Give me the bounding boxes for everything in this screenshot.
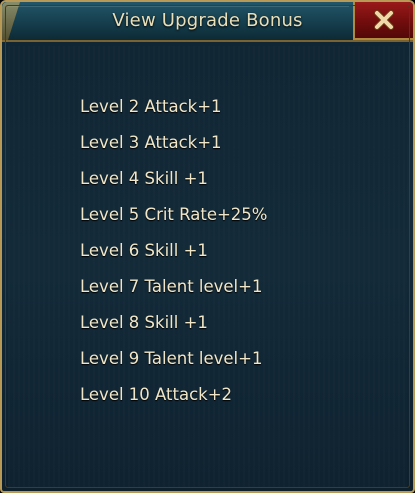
bonus-item: Level 9 Talent level+1 [80,349,263,368]
upgrade-bonus-dialog: View Upgrade Bonus Level 2 Attack+1 Leve… [0,0,415,493]
bonus-item: Level 10 Attack+2 [80,385,233,404]
title-bar: View Upgrade Bonus [2,2,413,42]
dialog-title: View Upgrade Bonus [112,10,303,31]
bonus-item: Level 6 Skill +1 [80,241,208,260]
close-icon [374,10,394,30]
bonus-panel: Level 2 Attack+1 Level 3 Attack+1 Level … [8,46,407,487]
bonus-list: Level 2 Attack+1 Level 3 Attack+1 Level … [80,96,267,420]
bonus-item: Level 4 Skill +1 [80,169,208,188]
bonus-item: Level 8 Skill +1 [80,313,208,332]
close-button[interactable] [353,2,413,40]
bonus-item: Level 5 Crit Rate+25% [80,205,268,224]
bonus-item: Level 2 Attack+1 [80,97,222,116]
bonus-item: Level 7 Talent level+1 [80,277,263,296]
bonus-item: Level 3 Attack+1 [80,133,222,152]
